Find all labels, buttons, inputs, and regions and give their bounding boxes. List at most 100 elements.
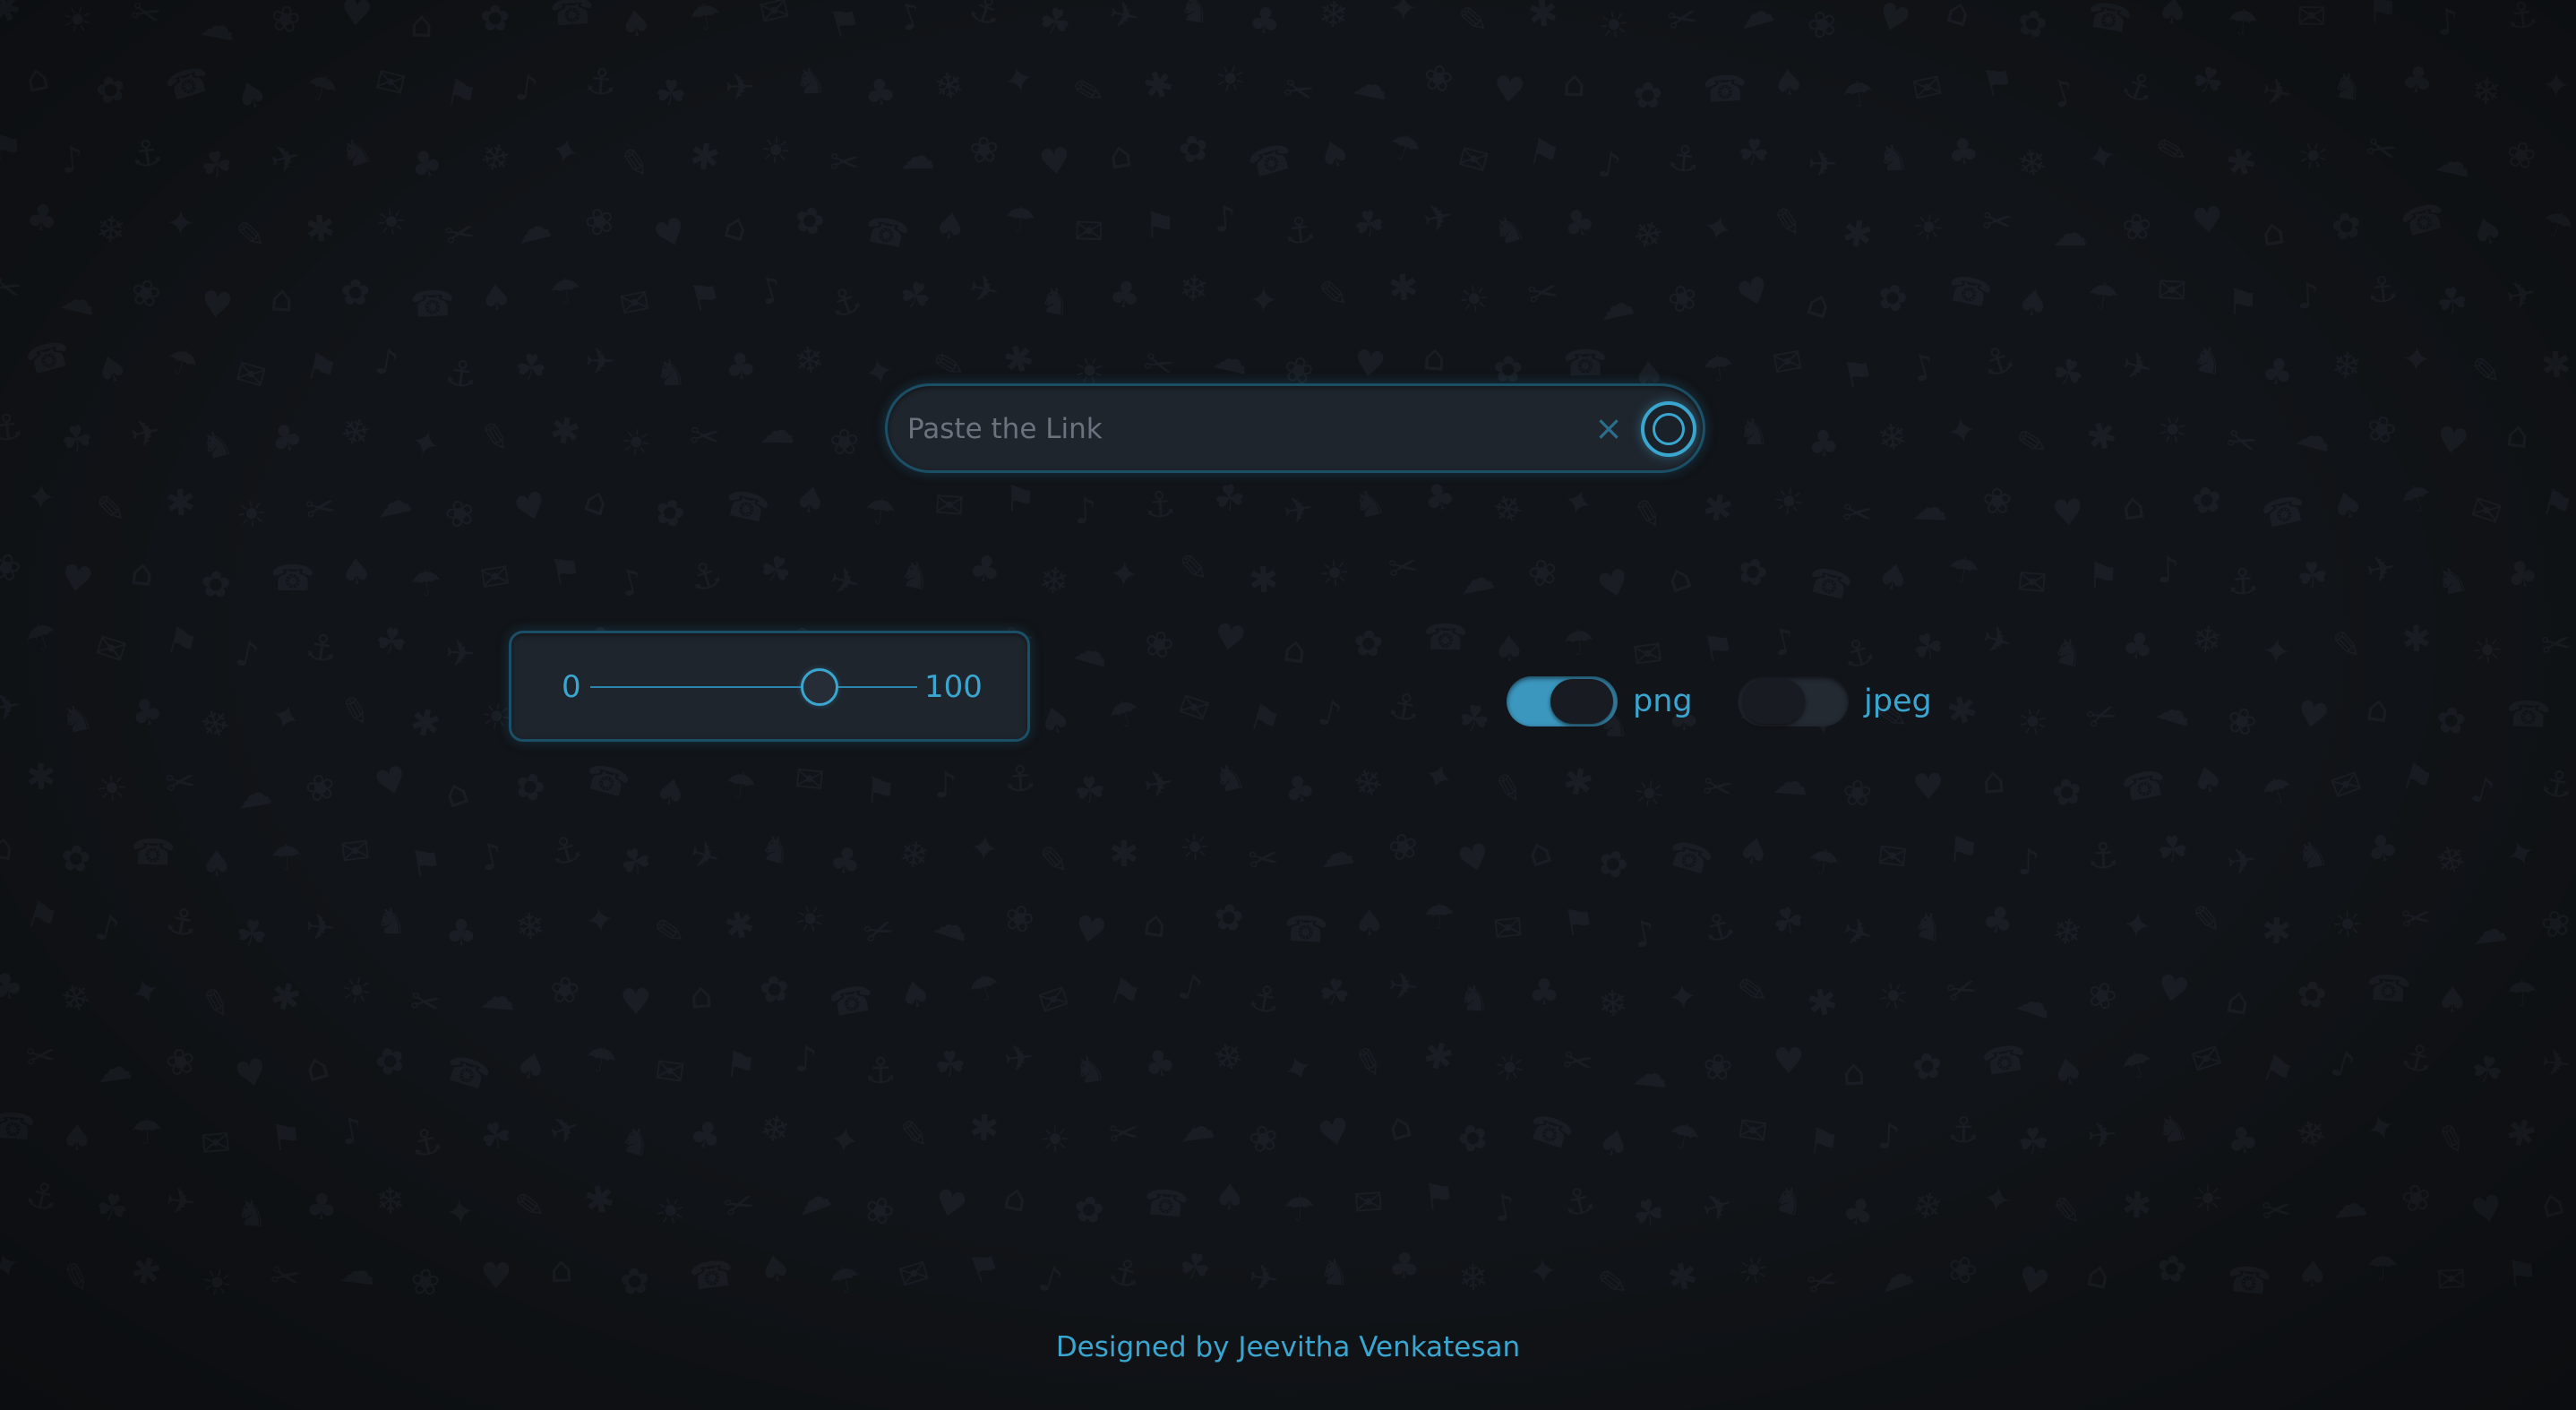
pattern-icon: ✈ (724, 66, 755, 109)
pattern-icon: ✱ (686, 134, 723, 181)
pattern-icon: ❀ (1981, 480, 2013, 523)
pattern-icon: ☂ (300, 64, 343, 115)
pattern-icon: ♪ (1173, 965, 1207, 1011)
pattern-icon: ♞ (2328, 64, 2367, 110)
pattern-icon: ✎ (615, 141, 654, 187)
pattern-icon: ⚓ (1281, 208, 1318, 254)
pattern-icon: ☎ (2365, 967, 2413, 1011)
pattern-icon: ✈ (1104, 0, 1143, 39)
pattern-icon: ♥ (2292, 692, 2332, 739)
pattern-icon: ⚑ (2503, 1251, 2541, 1296)
pattern-icon: ❄ (2188, 617, 2225, 664)
pattern-icon: ❀ (127, 271, 165, 317)
pattern-icon: ☁ (92, 1045, 135, 1092)
pattern-icon: ☁ (928, 899, 976, 951)
pattern-icon: ❀ (2503, 133, 2540, 179)
pattern-icon: ♣ (723, 345, 759, 390)
pattern-icon: ☎ (861, 208, 913, 258)
pattern-icon: ♞ (1456, 977, 1492, 1020)
pattern-icon: ⚑ (684, 273, 726, 322)
png-label[interactable]: png (1633, 683, 1693, 720)
pattern-icon: ☂ (824, 1257, 866, 1305)
pattern-icon: ☎ (720, 481, 774, 533)
pattern-icon: ✱ (265, 974, 305, 1022)
pattern-icon: ☎ (1662, 832, 1718, 884)
pattern-icon: ✈ (964, 266, 1004, 314)
pattern-icon: ✎ (1488, 765, 1529, 813)
pattern-icon: ⌂ (2258, 211, 2288, 255)
pattern-icon: ❄ (374, 1180, 407, 1223)
pattern-icon: ☂ (408, 562, 445, 606)
pattern-icon: ⌂ (1942, 0, 1976, 36)
pattern-icon: ☎ (2118, 761, 2170, 812)
pattern-icon: ❄ (94, 208, 128, 253)
pattern-icon: ☘ (2155, 828, 2191, 873)
pattern-icon: ✉ (755, 0, 794, 36)
pattern-icon: ☂ (546, 269, 585, 315)
pattern-icon: ⚓ (1385, 684, 1424, 731)
png-toggle[interactable] (1507, 676, 1618, 726)
pattern-icon: ⚓ (1558, 1178, 1600, 1226)
pattern-icon: ♪ (2326, 1042, 2360, 1088)
pattern-icon: ♥ (339, 0, 374, 36)
pattern-icon: ✱ (1803, 980, 1842, 1027)
pattern-icon: ✦ (264, 693, 306, 744)
pattern-icon: ⌂ (1000, 1176, 1031, 1221)
pattern-icon: ❀ (999, 895, 1039, 943)
pattern-icon: ☘ (1071, 769, 1109, 813)
pattern-icon: ☂ (159, 339, 204, 389)
pattern-icon: ✎ (1318, 273, 1349, 316)
pattern-icon: ☂ (1944, 548, 1982, 595)
pattern-icon: ☎ (2083, 0, 2135, 42)
pattern-icon: ☀ (1455, 277, 1493, 323)
pattern-icon: ☎ (21, 332, 75, 384)
pattern-icon: ⚑ (963, 1243, 1008, 1294)
pattern-icon: ☂ (2084, 275, 2122, 320)
pattern-icon: ♠ (2154, 0, 2192, 35)
pattern-icon: ✦ (2082, 134, 2121, 181)
pattern-icon: ⚓ (442, 351, 480, 398)
pattern-icon: ✉ (2015, 561, 2049, 606)
pattern-icon: ⚑ (863, 770, 898, 813)
clear-icon[interactable]: × (1590, 408, 1627, 448)
pattern-icon: ⚑ (1103, 969, 1147, 1019)
pattern-icon: ✱ (720, 902, 760, 950)
pattern-icon: ☀ (758, 129, 794, 174)
pattern-icon: ☂ (2366, 1248, 2399, 1289)
pattern-icon: ✱ (2220, 138, 2263, 188)
pattern-icon: ❄ (56, 975, 97, 1023)
slider-track[interactable] (590, 686, 917, 688)
pattern-icon: ✎ (897, 1113, 932, 1157)
pattern-icon: ✉ (1352, 1181, 1386, 1225)
pattern-icon: ✎ (1627, 491, 1668, 539)
pattern-icon: ❀ (267, 0, 304, 43)
pattern-icon: ♞ (1488, 205, 1531, 255)
pattern-icon: ♠ (2048, 1048, 2089, 1096)
pattern-icon: ☁ (2432, 138, 2477, 186)
pattern-icon: ⚑ (1698, 625, 1739, 672)
pattern-icon: ♥ (1350, 341, 1388, 388)
pattern-icon: ❄ (1208, 1034, 1249, 1082)
pattern-icon: ♣ (2399, 57, 2436, 104)
pattern-icon: ☁ (478, 975, 518, 1019)
pattern-icon: ☁ (788, 1174, 837, 1225)
pattern-icon: ⚑ (1421, 1174, 1458, 1220)
pattern-icon: ☎ (1523, 1105, 1578, 1159)
pattern-icon: ⌂ (1801, 281, 1836, 328)
pattern-icon: ✉ (338, 830, 374, 874)
pattern-icon: ♥ (1314, 1109, 1355, 1157)
link-input[interactable] (906, 402, 1572, 456)
pattern-icon: ✦ (1526, 1250, 1560, 1294)
slider-thumb[interactable] (801, 668, 838, 706)
pattern-icon: ✦ (860, 349, 898, 396)
pattern-icon: ⚓ (1103, 1250, 1146, 1298)
pattern-icon: ☂ (2117, 1042, 2160, 1090)
pattern-icon: ❀ (1139, 621, 1179, 669)
jpeg-toggle[interactable] (1738, 676, 1849, 726)
jpeg-label[interactable]: jpeg (1864, 683, 1932, 720)
pattern-icon: ⌂ (1522, 830, 1557, 876)
submit-button[interactable] (1641, 401, 1696, 457)
pattern-icon: ⌂ (1383, 1104, 1417, 1150)
pattern-icon: ☂ (20, 613, 64, 663)
pattern-icon: ✿ (509, 762, 551, 812)
